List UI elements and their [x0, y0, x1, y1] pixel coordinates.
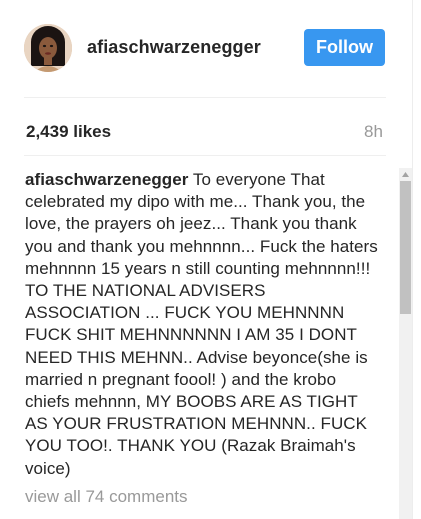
avatar-image	[24, 24, 72, 72]
caption-author[interactable]: afiaschwarzenegger	[25, 170, 188, 189]
post-timestamp[interactable]: 8h	[364, 122, 383, 142]
panel-border	[412, 0, 413, 519]
stats-divider	[24, 155, 386, 156]
view-comments-link[interactable]: view all 74 comments	[25, 487, 188, 507]
scroll-up-icon[interactable]	[399, 168, 412, 180]
likes-count[interactable]: 2,439 likes	[26, 122, 111, 142]
post-caption: afiaschwarzenegger To everyone That cele…	[25, 169, 380, 480]
username[interactable]: afiaschwarzenegger	[87, 37, 261, 58]
post-header: afiaschwarzenegger Follow	[0, 0, 398, 98]
post-panel: afiaschwarzenegger Follow 2,439 likes 8h…	[0, 0, 412, 519]
caption-text: To everyone That celebrated my dipo with…	[25, 170, 378, 478]
avatar[interactable]	[24, 24, 72, 72]
follow-button[interactable]: Follow	[304, 29, 385, 66]
header-divider	[24, 97, 386, 98]
scrollbar-thumb[interactable]	[400, 181, 411, 314]
